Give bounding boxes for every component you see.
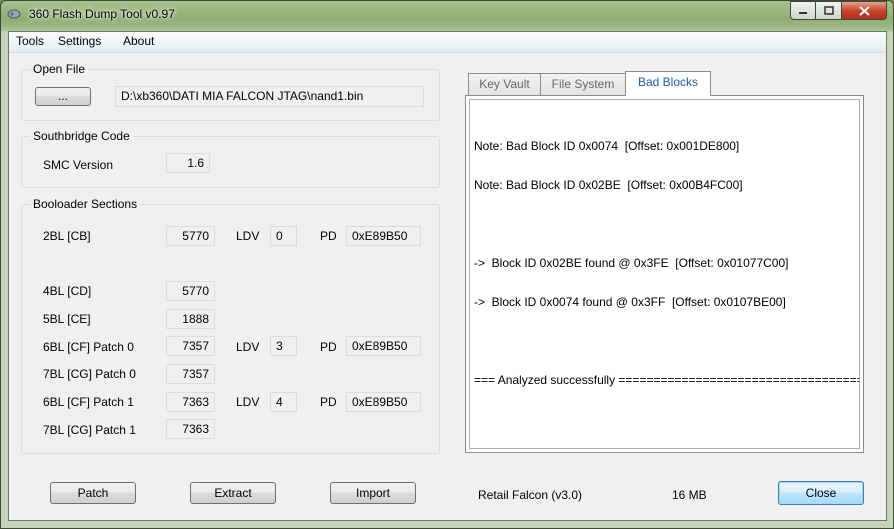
bootloader-row-label: 5BL [CE] <box>43 312 91 326</box>
log-line: Note: Bad Block ID 0x0074 [Offset: 0x001… <box>474 139 740 153</box>
smc-version-field[interactable]: 1.6 <box>166 153 210 173</box>
bootloader-row-value[interactable]: 7363 <box>166 419 215 439</box>
flash-size-label: 16 MB <box>672 488 707 502</box>
southbridge-title: Southbridge Code <box>30 129 133 143</box>
bootloader-row-label: 6BL [CF] Patch 1 <box>43 395 134 409</box>
maximize-button[interactable] <box>816 1 842 20</box>
bootloader-row-label: 6BL [CF] Patch 0 <box>43 340 134 354</box>
ldv-field[interactable]: 3 <box>270 336 297 356</box>
bootloader-row-value[interactable]: 1888 <box>166 309 215 329</box>
pd-field[interactable]: 0xE89B50 <box>346 392 421 412</box>
ldv-label: LDV <box>236 340 260 354</box>
maximize-icon <box>823 6 834 15</box>
tab-file-system[interactable]: File System <box>540 73 626 95</box>
pd-field[interactable]: 0xE89B50 <box>346 226 421 246</box>
minimize-button[interactable] <box>790 1 816 20</box>
pd-label: PD <box>320 229 337 243</box>
window-title: 360 Flash Dump Tool v0.97 <box>29 7 175 21</box>
bootloader-row-label: 2BL [CB] <box>43 229 91 243</box>
tab-bad-blocks[interactable]: Bad Blocks <box>625 71 711 96</box>
ldv-field[interactable]: 4 <box>270 392 297 412</box>
log-line: -> Block ID 0x02BE found @ 0x3FE [Offset… <box>474 256 789 270</box>
log-line: === Analyzed successfully ==============… <box>474 373 859 387</box>
close-icon <box>858 5 870 16</box>
caption-buttons <box>790 1 887 21</box>
app-window: 360 Flash Dump Tool v0.97 Tools Settings… <box>0 0 894 529</box>
bootloader-row-label: 7BL [CG] Patch 1 <box>43 423 136 437</box>
ldv-field[interactable]: 0 <box>270 226 297 246</box>
log-textarea[interactable]: Note: Bad Block ID 0x0074 [Offset: 0x001… <box>469 99 860 449</box>
import-button[interactable]: Import <box>330 482 416 504</box>
tab-key-vault[interactable]: Key Vault <box>468 73 541 95</box>
bootloader-row-value[interactable]: 7357 <box>166 336 215 356</box>
smc-version-label: SMC Version <box>43 158 114 172</box>
pd-label: PD <box>320 340 337 354</box>
log-text: Note: Bad Block ID 0x0074 [Offset: 0x001… <box>474 114 859 413</box>
patch-button[interactable]: Patch <box>50 482 136 504</box>
close-window-button[interactable] <box>842 1 887 20</box>
title-bar[interactable]: 360 Flash Dump Tool v0.97 <box>1 1 893 30</box>
ldv-label: LDV <box>236 395 260 409</box>
bootloader-row-value[interactable]: 5770 <box>166 226 215 246</box>
open-file-title: Open File <box>30 62 89 76</box>
log-line: Note: Bad Block ID 0x02BE [Offset: 0x00B… <box>474 178 743 192</box>
menu-tools[interactable]: Tools <box>16 34 44 48</box>
close-button[interactable]: Close <box>778 481 864 505</box>
console-type-label: Retail Falcon (v3.0) <box>478 488 583 502</box>
extract-button[interactable]: Extract <box>190 482 276 504</box>
ldv-label: LDV <box>236 229 260 243</box>
menu-settings[interactable]: Settings <box>58 34 101 48</box>
bootloader-row-label: 4BL [CD] <box>43 284 92 298</box>
log-line: ​ <box>474 218 859 231</box>
file-path-field[interactable]: D:\xb360\DATI MIA FALCON JTAG\nand1.bin <box>115 86 424 107</box>
bad-blocks-panel: Note: Bad Block ID 0x0074 [Offset: 0x001… <box>465 95 864 453</box>
bootloader-row-value[interactable]: 5770 <box>166 281 215 301</box>
client-area: Tools Settings About Open File ... D:\xb… <box>8 31 887 521</box>
pd-label: PD <box>320 395 337 409</box>
bootloader-title: Booloader Sections <box>30 197 141 211</box>
bootloader-row-label: 7BL [CG] Patch 0 <box>43 367 136 381</box>
bootloader-row-value[interactable]: 7357 <box>166 364 215 384</box>
bootloader-row-value[interactable]: 7363 <box>166 392 215 412</box>
menu-bar: Tools Settings About <box>9 32 886 53</box>
app-icon <box>7 9 21 19</box>
log-line: -> Block ID 0x0074 found @ 0x3FF [Offset… <box>474 295 786 309</box>
menu-about[interactable]: About <box>123 34 154 48</box>
pd-field[interactable]: 0xE89B50 <box>346 336 421 356</box>
log-line: ​ <box>474 335 859 348</box>
minimize-icon <box>799 11 807 14</box>
browse-button[interactable]: ... <box>35 87 91 106</box>
